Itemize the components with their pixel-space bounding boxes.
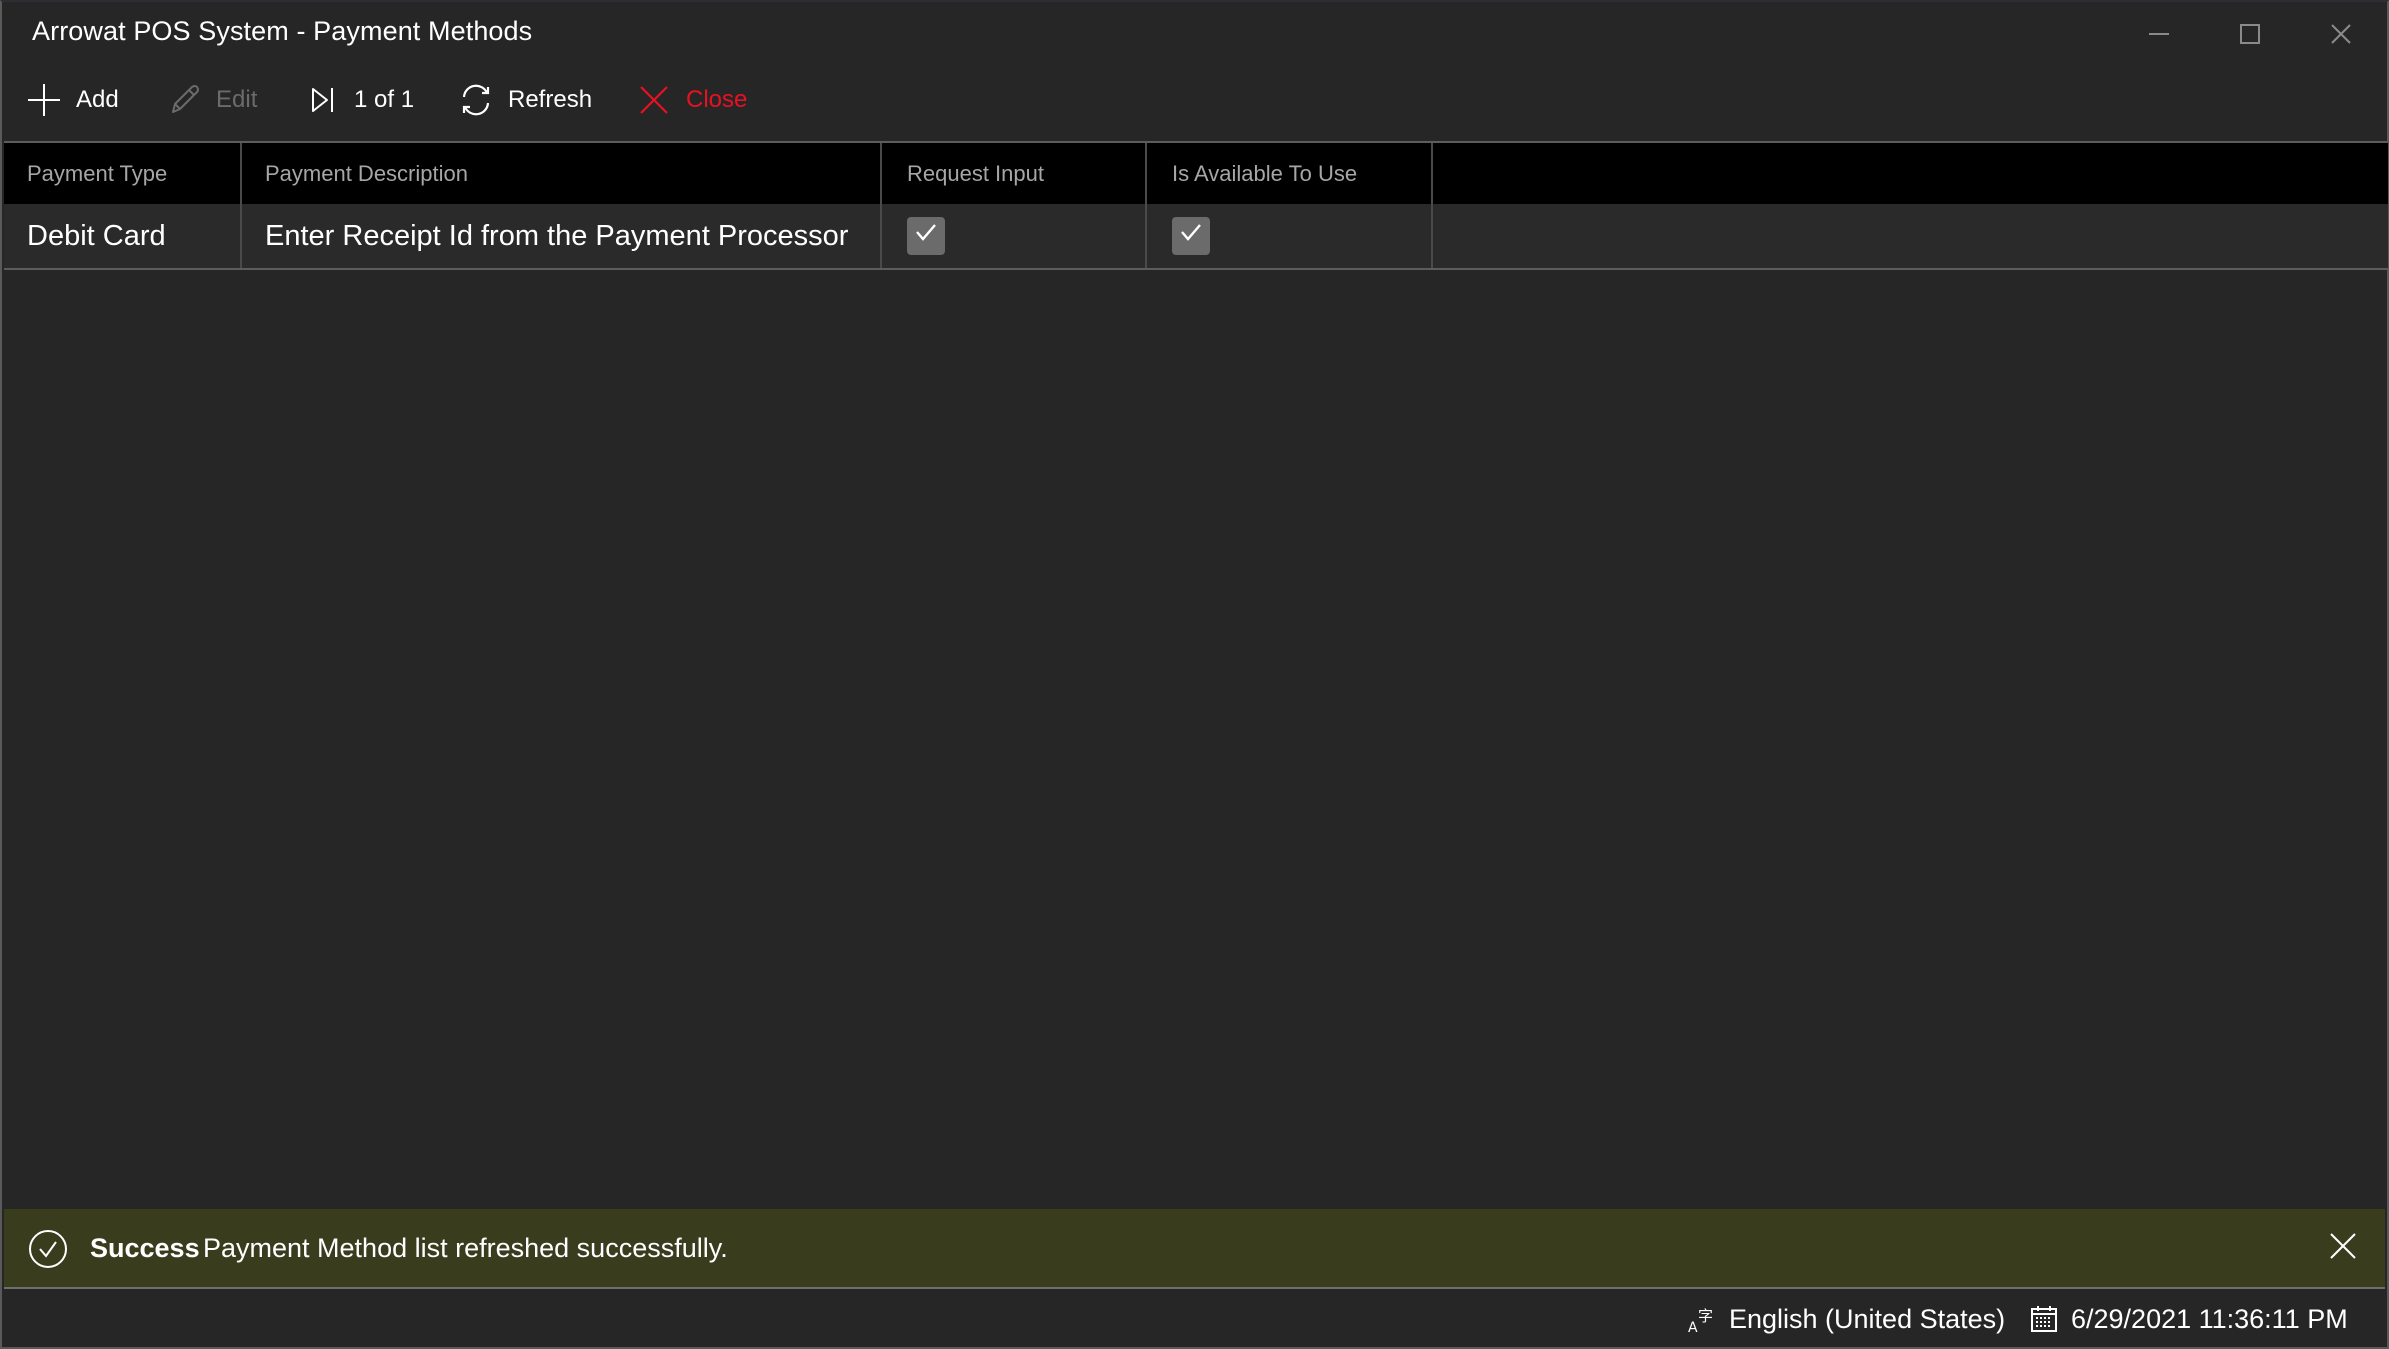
- window-close-button[interactable]: [2296, 2, 2386, 66]
- datetime-label: 6/29/2021 11:36:11 PM: [2071, 1303, 2348, 1334]
- svg-text:A: A: [1688, 1320, 1698, 1334]
- cell-payment-description[interactable]: Enter Receipt Id from the Payment Proces…: [242, 204, 882, 268]
- column-header-payment-type[interactable]: Payment Type: [4, 143, 242, 204]
- cell-request-input: [882, 204, 1147, 268]
- app-window: Arrowat POS System - Payment Methods Add: [0, 0, 2389, 1349]
- column-header-filler: [1433, 143, 2388, 204]
- close-label: Close: [686, 86, 748, 113]
- notification-close-button[interactable]: [2323, 1228, 2363, 1268]
- pager-label: 1 of 1: [354, 86, 415, 113]
- language-icon: A 字: [1687, 1304, 1717, 1334]
- checkmark-icon: [913, 219, 939, 253]
- close-button[interactable]: Close: [636, 72, 747, 128]
- calendar-icon: [2029, 1304, 2059, 1334]
- close-icon: [2329, 1232, 2357, 1265]
- cell-filler: [1433, 204, 2388, 268]
- datetime-indicator: 6/29/2021 11:36:11 PM: [2029, 1291, 2348, 1347]
- refresh-label: Refresh: [508, 86, 593, 113]
- minimize-icon: [2148, 23, 2170, 45]
- is-available-checkbox[interactable]: [1172, 217, 1210, 255]
- close-x-icon: [636, 82, 672, 118]
- edit-button[interactable]: Edit: [166, 72, 257, 128]
- success-notification: Success Payment Method list refreshed su…: [4, 1209, 2385, 1289]
- column-header-is-available[interactable]: Is Available To Use: [1147, 143, 1433, 204]
- title-bar[interactable]: Arrowat POS System - Payment Methods: [2, 2, 2387, 66]
- status-bar: A 字 English (United States) 6/29/2021 11…: [4, 1291, 2385, 1347]
- column-header-request-input[interactable]: Request Input: [882, 143, 1147, 204]
- success-check-circle-icon: [28, 1229, 68, 1269]
- cell-payment-type[interactable]: Debit Card: [4, 204, 242, 268]
- add-label: Add: [76, 86, 119, 113]
- column-header-payment-description[interactable]: Payment Description: [242, 143, 882, 204]
- refresh-icon: [458, 82, 494, 118]
- svg-text:字: 字: [1698, 1307, 1713, 1325]
- plus-icon: [26, 82, 62, 118]
- language-indicator: A 字 English (United States): [1687, 1291, 2005, 1347]
- checkmark-icon: [1178, 219, 1204, 253]
- add-button[interactable]: Add: [26, 72, 119, 128]
- minimize-button[interactable]: [2114, 2, 2204, 66]
- edit-label: Edit: [216, 86, 258, 113]
- grid-header-row: Payment Type Payment Description Request…: [4, 141, 2388, 204]
- skip-to-end-icon: [304, 82, 340, 118]
- maximize-button[interactable]: [2205, 2, 2295, 66]
- payment-methods-grid: Payment Type Payment Description Request…: [4, 141, 2388, 270]
- pencil-icon: [166, 82, 202, 118]
- command-toolbar: Add Edit 1 of 1 Refresh Close: [2, 72, 2387, 128]
- close-icon: [2330, 23, 2352, 45]
- refresh-button[interactable]: Refresh: [458, 72, 592, 128]
- request-input-checkbox[interactable]: [907, 217, 945, 255]
- maximize-icon: [2239, 23, 2261, 45]
- table-row[interactable]: Debit Card Enter Receipt Id from the Pay…: [4, 204, 2388, 270]
- window-title: Arrowat POS System - Payment Methods: [32, 16, 533, 46]
- notification-message: Payment Method list refreshed successful…: [203, 1232, 728, 1263]
- notification-title: Success: [90, 1232, 200, 1263]
- language-label: English (United States): [1729, 1303, 2006, 1334]
- cell-is-available: [1147, 204, 1433, 268]
- pager-last-button[interactable]: 1 of 1: [304, 72, 414, 128]
